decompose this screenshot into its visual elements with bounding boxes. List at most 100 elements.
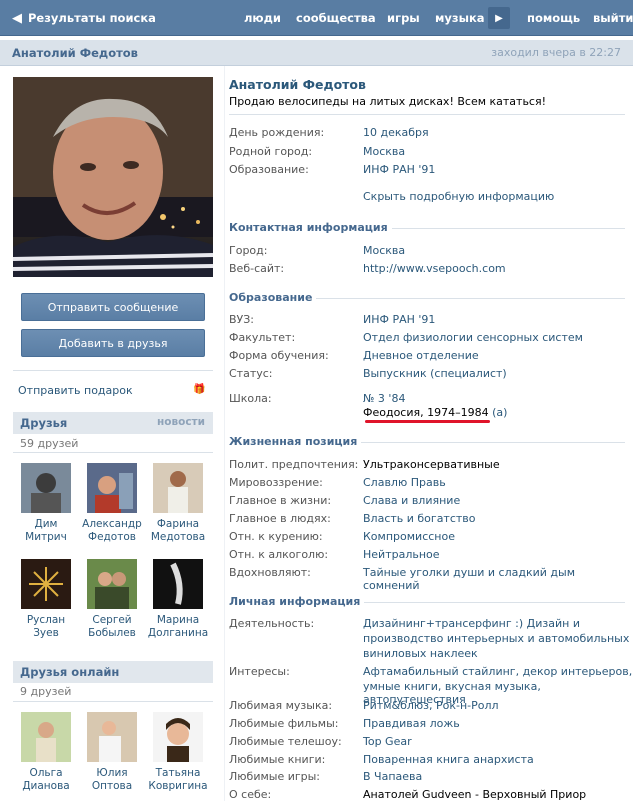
friend-avatar[interactable] bbox=[21, 463, 71, 513]
online-friend-item[interactable]: Татьяна Ковригина bbox=[145, 712, 211, 793]
online-friends-count: 9 друзей bbox=[20, 685, 72, 698]
friend-avatar[interactable] bbox=[153, 559, 203, 609]
friend-item[interactable]: Дим Митрич bbox=[13, 463, 79, 544]
online-friend-item[interactable]: Ольга Дианова bbox=[13, 712, 79, 793]
school-detail-text: Феодосия, 1974–1984 bbox=[363, 406, 489, 419]
tv-value[interactable]: Top Gear bbox=[363, 735, 412, 748]
education-value[interactable]: ИНФ РАН '91 bbox=[363, 163, 435, 176]
hide-info-link[interactable]: Скрыть подробную информацию bbox=[363, 190, 554, 203]
friend-first-name[interactable]: Татьяна bbox=[145, 767, 211, 780]
activity-value-line[interactable]: виниловых наклеек bbox=[363, 647, 478, 660]
nav-more-arrow-icon[interactable]: ▶ bbox=[488, 7, 510, 29]
friend-avatar[interactable] bbox=[21, 559, 71, 609]
worldview-value[interactable]: Славлю Правь bbox=[363, 476, 446, 489]
gift-icon[interactable]: 🎁 bbox=[193, 384, 205, 395]
friend-first-name[interactable]: Руслан bbox=[13, 614, 79, 627]
friend-first-name[interactable]: Юлия bbox=[79, 767, 145, 780]
study-form-value[interactable]: Дневное отделение bbox=[363, 349, 479, 362]
main-in-people-value[interactable]: Власть и богатство bbox=[363, 512, 476, 525]
edu-status-label: Статус: bbox=[229, 367, 273, 380]
nav-games[interactable]: игры bbox=[387, 11, 420, 25]
online-friends-box-header[interactable]: Друзья онлайн bbox=[13, 661, 213, 683]
faculty-value[interactable]: Отдел физиологии сенсорных систем bbox=[363, 331, 583, 344]
friend-first-name[interactable]: Дим bbox=[13, 518, 79, 531]
films-value[interactable]: Правдивая ложь bbox=[363, 717, 460, 730]
friend-item[interactable]: Сергей Бобылев bbox=[79, 559, 145, 640]
interests-value-line[interactable]: Афтамабильный стайлинг, декор интерьеров… bbox=[363, 665, 632, 678]
friend-avatar[interactable] bbox=[153, 463, 203, 513]
smoking-label: Отн. к курению: bbox=[229, 530, 323, 543]
university-label: ВУЗ: bbox=[229, 313, 255, 326]
friend-first-name[interactable]: Александр bbox=[79, 518, 145, 531]
friend-last-name[interactable]: Митрич bbox=[13, 531, 79, 544]
profile-name: Анатолий Федотов bbox=[229, 77, 366, 92]
send-message-button[interactable]: Отправить сообщение bbox=[21, 293, 205, 321]
inspiration-value[interactable]: Тайные уголки души и сладкий дым сомнени… bbox=[363, 566, 633, 592]
education-section-header: Образование bbox=[229, 291, 625, 305]
send-gift-link[interactable]: Отправить подарок bbox=[18, 384, 133, 397]
nav-communities[interactable]: сообщества bbox=[296, 11, 376, 25]
add-friend-button[interactable]: Добавить в друзья bbox=[21, 329, 205, 357]
website-link[interactable]: http://www.vsepooch.com bbox=[363, 262, 506, 275]
friend-item[interactable]: Руслан Зуев bbox=[13, 559, 79, 640]
hometown-value[interactable]: Москва bbox=[363, 145, 405, 158]
friend-last-name[interactable]: Медотова bbox=[145, 531, 211, 544]
school-value[interactable]: № 3 '84 bbox=[363, 392, 405, 405]
games-value[interactable]: В Чапаева bbox=[363, 770, 422, 783]
nav-music[interactable]: музыка bbox=[435, 11, 485, 25]
hometown-label: Родной город: bbox=[229, 145, 313, 158]
friend-item[interactable]: Александр Федотов bbox=[79, 463, 145, 544]
games-label: Любимые игры: bbox=[229, 770, 321, 783]
nav-logout[interactable]: выйти bbox=[593, 11, 633, 25]
friend-first-name[interactable]: Сергей bbox=[79, 614, 145, 627]
divider bbox=[229, 114, 625, 115]
smoking-value[interactable]: Компромиссное bbox=[363, 530, 455, 543]
website-label: Веб-сайт: bbox=[229, 262, 285, 275]
birthday-value[interactable]: 10 декабря bbox=[363, 126, 429, 139]
friend-last-name[interactable]: Зуев bbox=[13, 627, 79, 640]
friends-box-header[interactable]: Друзья новости bbox=[13, 412, 213, 434]
back-to-search-link[interactable]: ◀ Результаты поиска bbox=[12, 0, 156, 36]
friends-news-link[interactable]: новости bbox=[157, 416, 205, 428]
activity-value-line[interactable]: производство интерьерных и автомобильных bbox=[363, 632, 629, 645]
friend-avatar[interactable] bbox=[153, 712, 203, 762]
main-in-people-label: Главное в людях: bbox=[229, 512, 331, 525]
friend-avatar[interactable] bbox=[87, 559, 137, 609]
friend-item[interactable]: Фарина Медотова bbox=[145, 463, 211, 544]
friend-last-name[interactable]: Долганина bbox=[145, 627, 211, 640]
music-value[interactable]: Ритм&блюз, Рок-н-Ролл bbox=[363, 699, 499, 712]
friend-last-name[interactable]: Оптова bbox=[79, 780, 145, 793]
friend-last-name[interactable]: Ковригина bbox=[145, 780, 211, 793]
divider bbox=[13, 701, 213, 702]
friend-avatar[interactable] bbox=[87, 463, 137, 513]
friend-first-name[interactable]: Марина bbox=[145, 614, 211, 627]
friend-avatar[interactable] bbox=[21, 712, 71, 762]
friend-avatar[interactable] bbox=[87, 712, 137, 762]
friend-last-name[interactable]: Федотов bbox=[79, 531, 145, 544]
nav-people[interactable]: люди bbox=[244, 11, 281, 25]
alcohol-value[interactable]: Нейтральное bbox=[363, 548, 440, 561]
friend-first-name[interactable]: Ольга bbox=[13, 767, 79, 780]
nav-help[interactable]: помощь bbox=[527, 11, 580, 25]
birthday-label: День рождения: bbox=[229, 126, 325, 139]
online-friend-item[interactable]: Юлия Оптова bbox=[79, 712, 145, 793]
main-in-life-value[interactable]: Слава и влияние bbox=[363, 494, 460, 507]
friends-title: Друзья bbox=[20, 416, 68, 430]
city-value[interactable]: Москва bbox=[363, 244, 405, 257]
contact-section-title: Контактная информация bbox=[229, 221, 392, 234]
friend-item[interactable]: Марина Долганина bbox=[145, 559, 211, 640]
books-value[interactable]: Поваренная книга анархиста bbox=[363, 753, 534, 766]
friend-first-name[interactable]: Фарина bbox=[145, 518, 211, 531]
top-navigation-bar: ◀ Результаты поиска люди сообщества игры… bbox=[0, 0, 633, 36]
school-class-link[interactable]: (а) bbox=[492, 406, 507, 419]
activity-value-line[interactable]: Дизайнинг+трансерфинг :) Дизайн и bbox=[363, 617, 580, 630]
life-position-section-title: Жизненная позиция bbox=[229, 435, 362, 448]
friend-last-name[interactable]: Бобылев bbox=[79, 627, 145, 640]
alcohol-label: Отн. к алкоголю: bbox=[229, 548, 329, 561]
university-value[interactable]: ИНФ РАН '91 bbox=[363, 313, 435, 326]
activity-label: Деятельность: bbox=[229, 617, 315, 630]
edu-status-value[interactable]: Выпускник (специалист) bbox=[363, 367, 507, 380]
friend-last-name[interactable]: Дианова bbox=[13, 780, 79, 793]
friends-count: 59 друзей bbox=[20, 437, 79, 450]
profile-photo[interactable] bbox=[13, 77, 213, 277]
